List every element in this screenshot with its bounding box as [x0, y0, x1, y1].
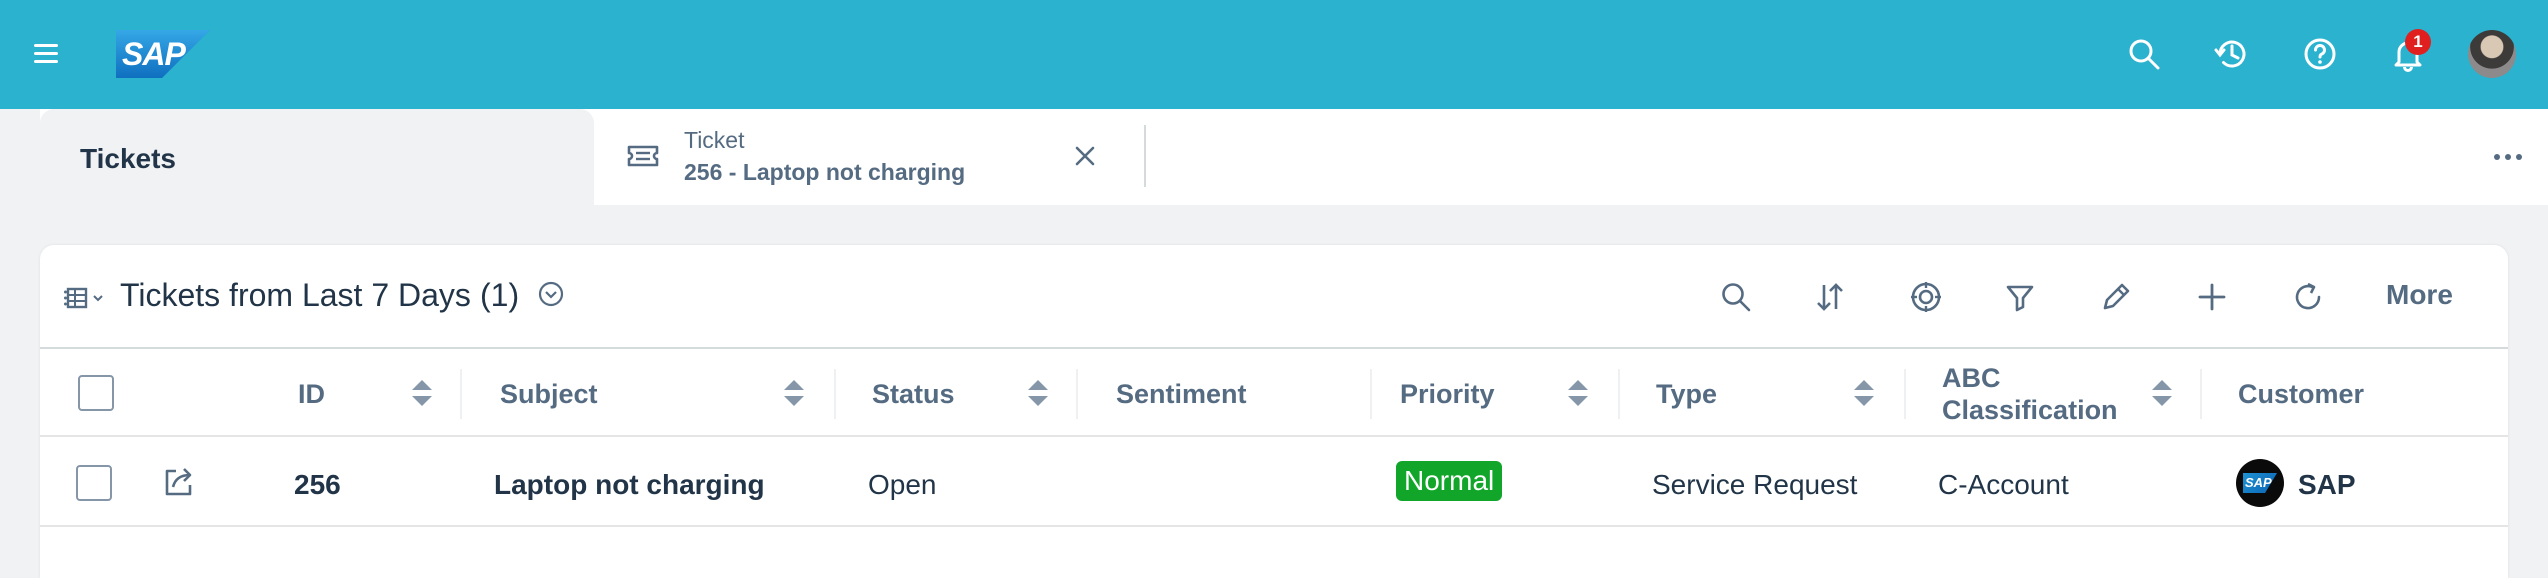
tab-divider	[1144, 125, 1146, 187]
tab-bar-edge	[0, 109, 40, 205]
tab-tickets-label: Tickets	[80, 143, 176, 174]
col-abc-line1[interactable]: ABC	[1942, 363, 2001, 394]
select-all-checkbox[interactable]	[78, 375, 114, 411]
column-separator	[834, 369, 836, 419]
menu-icon[interactable]	[26, 38, 66, 70]
add-icon[interactable]	[2188, 273, 2236, 321]
cell-status: Open	[868, 469, 937, 500]
list-count: (1)	[480, 277, 520, 313]
col-sentiment[interactable]: Sentiment	[1116, 379, 1247, 410]
col-priority[interactable]: Priority	[1400, 379, 1495, 410]
tab-ticket-kicker: Ticket	[684, 127, 745, 153]
refresh-icon[interactable]	[2284, 273, 2332, 321]
sort-icon[interactable]	[780, 377, 808, 409]
tab-ticket-title: 256 - Laptop not charging	[684, 159, 966, 185]
column-separator	[1370, 369, 1372, 419]
close-icon[interactable]	[1068, 139, 1102, 173]
sort-icon[interactable]	[1564, 377, 1592, 409]
search-icon[interactable]	[1712, 273, 1760, 321]
col-id[interactable]: ID	[298, 379, 325, 410]
history-icon[interactable]	[2212, 34, 2252, 74]
ticket-list-card: Tickets from Last 7 Days (1) More ID Sub…	[40, 245, 2508, 578]
search-icon[interactable]	[2124, 34, 2164, 74]
cell-abc: C-Account	[1938, 469, 2069, 500]
logo-text: SAP	[122, 36, 186, 72]
notification-badge: 1	[2405, 29, 2431, 55]
cell-customer[interactable]: SAP	[2298, 469, 2356, 501]
cell-subject[interactable]: Laptop not charging	[494, 469, 765, 501]
column-separator	[460, 369, 462, 419]
variant-icon[interactable]	[64, 281, 110, 311]
sort-icon[interactable]	[1850, 377, 1878, 409]
tab-ticket-256[interactable]	[594, 109, 1144, 205]
chevron-down-icon[interactable]	[534, 277, 568, 311]
avatar[interactable]	[2468, 30, 2516, 78]
col-status[interactable]: Status	[872, 379, 955, 410]
sort-icon[interactable]	[1024, 377, 1052, 409]
col-abc-line2[interactable]: Classification	[1942, 395, 2118, 426]
sort-icon[interactable]	[2148, 377, 2176, 409]
customer-logo: SAP	[2236, 459, 2284, 507]
col-subject[interactable]: Subject	[500, 379, 598, 410]
open-in-new-icon[interactable]	[162, 465, 196, 499]
filter-icon[interactable]	[1996, 273, 2044, 321]
sort-icon[interactable]	[408, 377, 436, 409]
col-type[interactable]: Type	[1656, 379, 1717, 410]
overflow-icon[interactable]	[2490, 139, 2526, 175]
shell-bar: SAP 1	[0, 0, 2548, 109]
list-title: Tickets from Last 7 Days	[120, 277, 471, 313]
customer-logo-text: SAP	[2243, 473, 2277, 493]
table-header: ID Subject Status Sentiment Priority Typ…	[40, 349, 2508, 437]
table-row[interactable]: 256 Laptop not charging Open Normal Serv…	[40, 439, 2508, 527]
sort-icon[interactable]	[1806, 273, 1854, 321]
list-toolbar: Tickets from Last 7 Days (1) More	[40, 245, 2508, 349]
help-icon[interactable]	[2300, 34, 2340, 74]
column-separator	[1618, 369, 1620, 419]
ticket-icon	[627, 145, 659, 167]
tab-bar: Tickets Ticket 256 - Laptop not charging	[0, 109, 2548, 205]
target-icon[interactable]	[1902, 273, 1950, 321]
cell-id[interactable]: 256	[294, 469, 341, 501]
cell-type: Service Request	[1652, 469, 1858, 500]
col-customer[interactable]: Customer	[2238, 379, 2364, 410]
edit-icon[interactable]	[2092, 273, 2140, 321]
column-separator	[1076, 369, 1078, 419]
column-separator	[1904, 369, 1906, 419]
column-separator	[2200, 369, 2202, 419]
row-checkbox[interactable]	[76, 465, 112, 501]
more-button[interactable]: More	[2386, 279, 2453, 311]
priority-badge: Normal	[1396, 461, 1503, 501]
